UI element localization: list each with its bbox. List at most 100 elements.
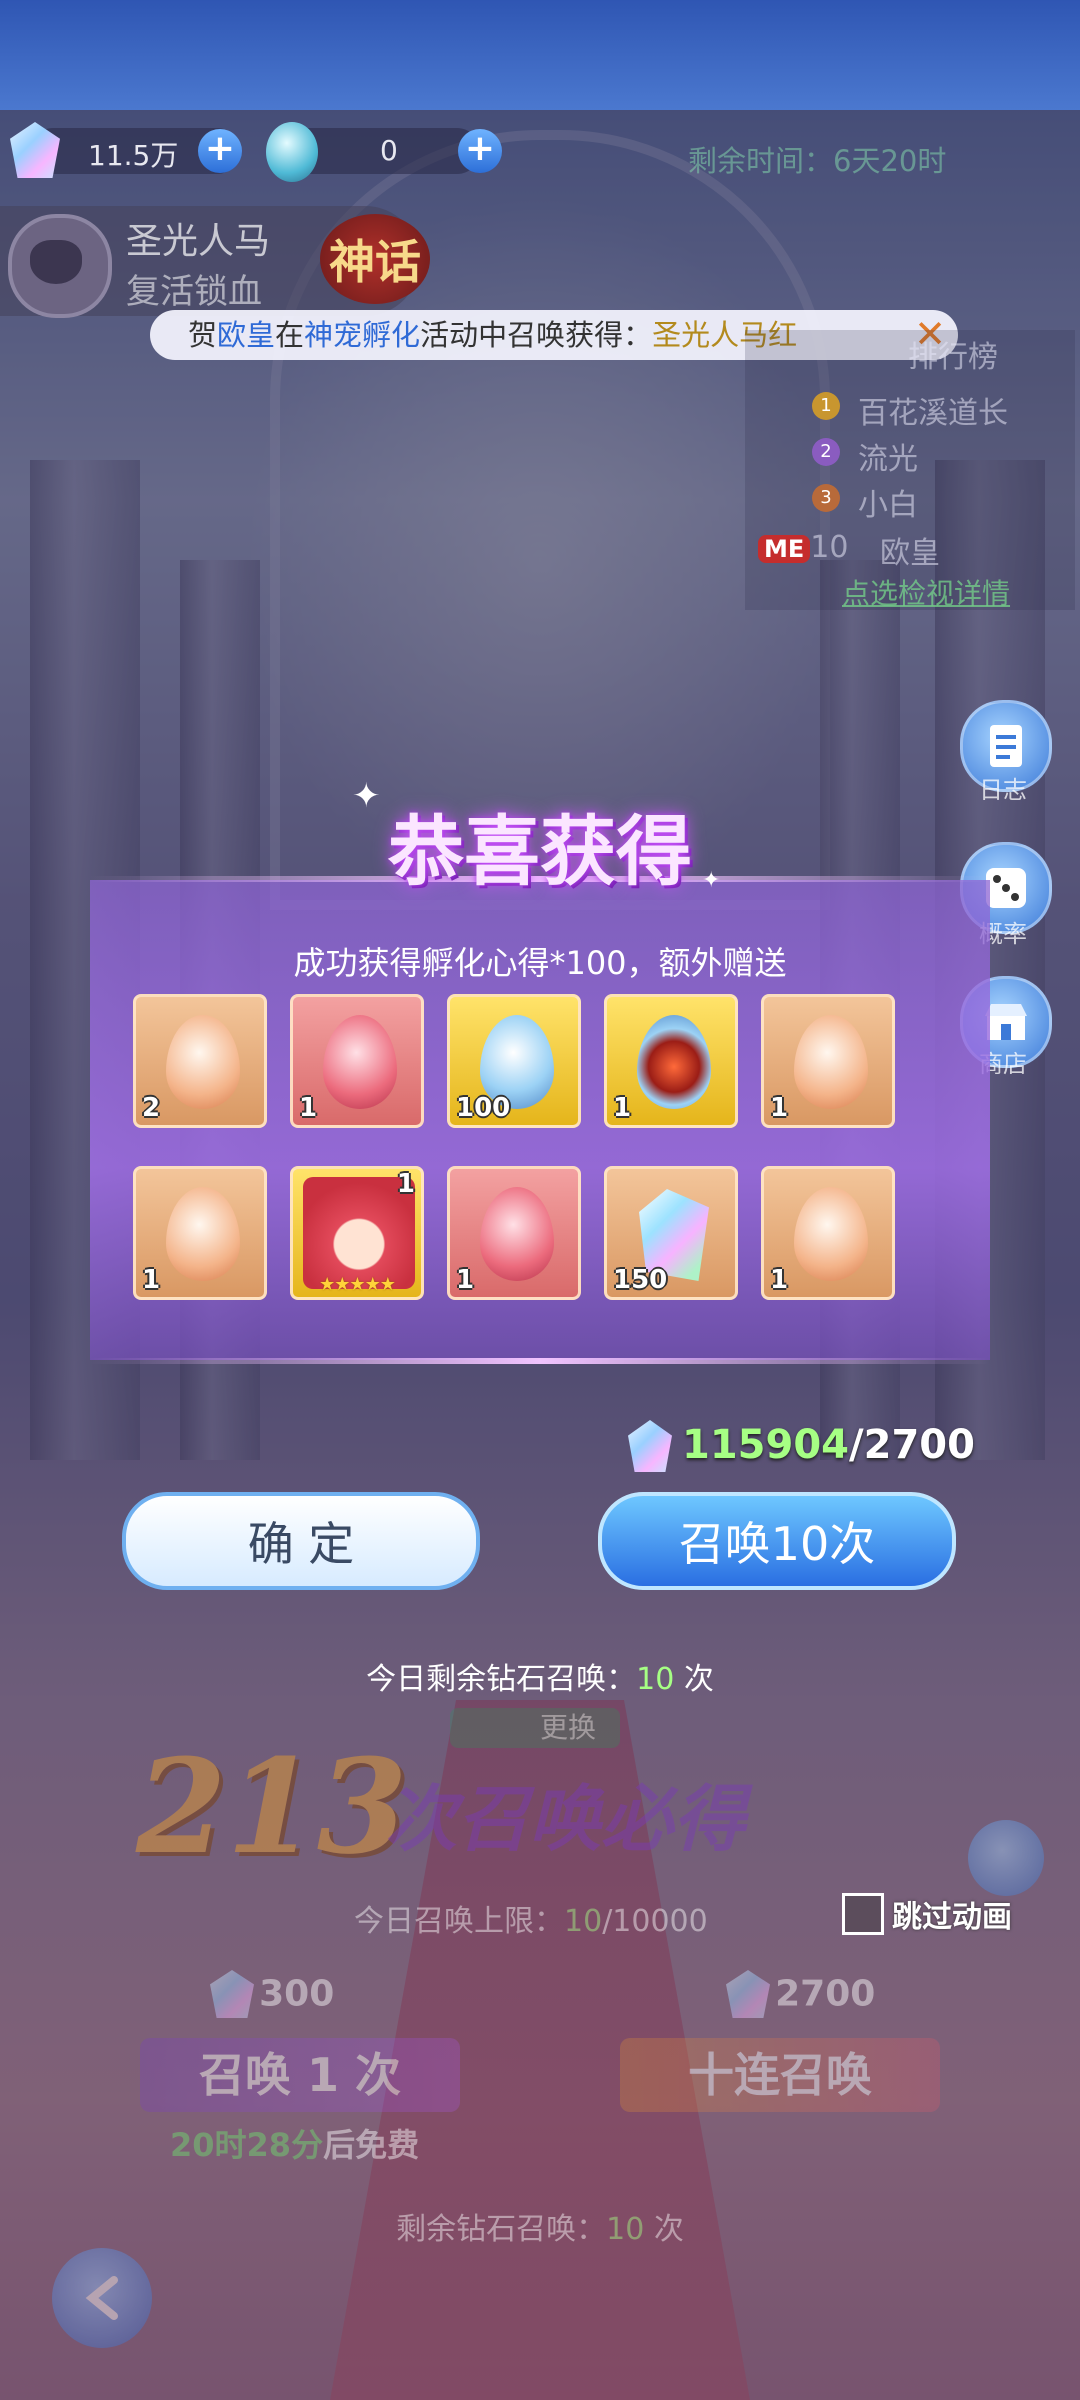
item-count: 1 bbox=[142, 1265, 161, 1295]
summon-one-button[interactable]: 召唤 1 次 bbox=[140, 2038, 460, 2112]
ranking-title: 排行榜 bbox=[908, 340, 998, 375]
my-rank: ME 10 bbox=[758, 530, 848, 565]
log-label: 日志 bbox=[979, 776, 1027, 804]
reward-item-orange-egg[interactable]: 2 bbox=[133, 994, 267, 1128]
skip-animation-checkbox[interactable] bbox=[842, 1893, 884, 1935]
summon-ten-button[interactable]: 十连召唤 bbox=[620, 2038, 940, 2112]
panel-bottom-glow bbox=[90, 1358, 990, 1364]
summon-ten-cost: 2700 bbox=[726, 1970, 875, 2018]
top-banner bbox=[0, 0, 1080, 110]
reward-item-red-egg[interactable]: 1 bbox=[290, 994, 424, 1128]
orange-egg-icon bbox=[794, 1015, 868, 1109]
summon-one-cost: 300 bbox=[210, 1970, 334, 2018]
summon-one-cost-value: 300 bbox=[259, 1973, 335, 2015]
rarity-seal: 神话 bbox=[320, 214, 430, 304]
pet-name: 圣光人马 bbox=[126, 221, 271, 262]
my-name: 欧皇 bbox=[880, 536, 940, 571]
free-summon-timer: 20时28分后免费 bbox=[170, 2120, 419, 2166]
cat-icon bbox=[30, 240, 82, 284]
diamond-icon bbox=[726, 1970, 770, 2018]
reward-item-angel-egg[interactable]: 100 bbox=[447, 994, 581, 1128]
diamond-balance-cost: /2700 bbox=[849, 1422, 975, 1468]
free-summon-suffix: 后免费 bbox=[323, 2126, 420, 2164]
reward-item-orange-egg[interactable]: 1 bbox=[761, 1166, 895, 1300]
rank-2-name: 流光 bbox=[858, 442, 918, 477]
marquee-mid2: 活动中召唤获得： bbox=[420, 318, 653, 352]
back-button[interactable] bbox=[52, 2248, 152, 2348]
item-count: 1 bbox=[770, 1093, 789, 1123]
reward-item-orange-egg[interactable]: 1 bbox=[761, 994, 895, 1128]
star-rating: ★★★★★ bbox=[319, 1274, 396, 1295]
red-egg-icon bbox=[323, 1015, 397, 1109]
orange-egg-icon bbox=[166, 1015, 240, 1109]
item-count: 1 bbox=[613, 1093, 632, 1123]
today-remaining-label: 今日剩余钻石召唤： bbox=[366, 1662, 637, 1697]
reward-item-character[interactable]: 1 ★★★★★ bbox=[290, 1166, 424, 1300]
reward-item-fire-egg[interactable]: 1 bbox=[604, 994, 738, 1128]
reward-item-red-egg[interactable]: 1 bbox=[447, 1166, 581, 1300]
egg-balance: 0 bbox=[380, 134, 398, 167]
reward-item-orange-egg[interactable]: 1 bbox=[133, 1166, 267, 1300]
diamond-balance: 115904/2700 bbox=[682, 1422, 975, 1468]
item-count: 150 bbox=[613, 1265, 668, 1295]
add-eggs-button[interactable]: + bbox=[458, 129, 502, 173]
diamond-icon bbox=[210, 1970, 254, 2018]
today-remaining-summons: 今日剩余钻石召唤：10 次 bbox=[0, 1654, 1080, 1698]
back-arrow-icon bbox=[85, 2276, 118, 2320]
add-gems-button[interactable]: + bbox=[198, 129, 242, 173]
congrats-title: 恭喜获得 bbox=[388, 807, 692, 896]
skip-animation-label: 跳过动画 bbox=[892, 1900, 1012, 1935]
fire-egg-icon bbox=[637, 1015, 711, 1109]
dice-icon bbox=[986, 868, 1026, 908]
summon-ten-cost-value: 2700 bbox=[775, 1973, 876, 2015]
item-count: 100 bbox=[456, 1093, 511, 1123]
orange-egg-icon bbox=[166, 1187, 240, 1281]
remaining-bottom-label: 剩余钻石召唤： bbox=[396, 2212, 607, 2247]
guarantee-text: 次召唤必得 bbox=[385, 1776, 746, 1861]
free-summon-time: 20时28分 bbox=[170, 2126, 324, 2164]
view-details-link[interactable]: 点选检视详情 bbox=[842, 572, 1010, 612]
rank-2-medal-icon: 2 bbox=[812, 438, 840, 466]
diamond-balance-current: 115904 bbox=[682, 1422, 849, 1468]
reward-subtitle: 成功获得孵化心得*100，额外赠送 bbox=[293, 944, 787, 982]
rank-1-medal-icon: 1 bbox=[812, 392, 840, 420]
summon-10-button[interactable]: 召唤10次 bbox=[598, 1492, 956, 1590]
log-icon bbox=[990, 725, 1022, 767]
limit-label: 今日召唤上限： bbox=[354, 1904, 564, 1939]
red-egg-icon bbox=[480, 1187, 554, 1281]
rank-3-name: 小白 bbox=[858, 488, 918, 523]
orange-egg-icon bbox=[794, 1187, 868, 1281]
my-rank-number: 10 bbox=[810, 530, 849, 565]
item-count: 1 bbox=[456, 1265, 475, 1295]
remaining-time-label: 剩余时间： bbox=[688, 144, 834, 178]
daily-summon-limit: 今日召唤上限：10/10000 bbox=[354, 1896, 708, 1940]
item-count: 1 bbox=[299, 1093, 318, 1123]
marquee-prefix: 贺 bbox=[188, 318, 218, 352]
remaining-time: 剩余时间：6天20时 bbox=[688, 138, 946, 180]
confirm-button[interactable]: 确 定 bbox=[122, 1492, 480, 1590]
me-badge: ME bbox=[758, 535, 811, 563]
today-remaining-unit: 次 bbox=[674, 1662, 714, 1697]
marquee-mid1: 在 bbox=[275, 318, 305, 352]
rank-1-name: 百花溪道长 bbox=[858, 396, 1008, 431]
remaining-bottom-value: 10 bbox=[606, 2212, 645, 2247]
rank-3-medal-icon: 3 bbox=[812, 484, 840, 512]
remaining-bottom-unit: 次 bbox=[644, 2212, 684, 2247]
remaining-diamond-summons: 剩余钻石召唤：10 次 bbox=[0, 2204, 1080, 2248]
gem-balance: 11.5万 bbox=[88, 139, 179, 172]
item-count: 1 bbox=[770, 1265, 789, 1295]
remaining-time-value: 6天20时 bbox=[833, 144, 947, 178]
search-button[interactable] bbox=[968, 1820, 1044, 1896]
limit-max: /10000 bbox=[602, 1904, 708, 1939]
limit-value: 10 bbox=[564, 1904, 603, 1939]
guarantee-count: 213 bbox=[136, 1730, 408, 1883]
item-count: 1 bbox=[396, 1169, 415, 1199]
marquee-player: 欧皇 bbox=[217, 318, 276, 352]
swap-button[interactable]: 更换 bbox=[450, 1708, 620, 1748]
today-remaining-value: 10 bbox=[636, 1662, 675, 1697]
reward-item-diamond[interactable]: 150 bbox=[604, 1166, 738, 1300]
pet-skill: 复活锁血 bbox=[126, 272, 262, 312]
item-count: 2 bbox=[142, 1093, 161, 1123]
egg-currency-icon bbox=[266, 122, 318, 182]
marquee-event: 神宠孵化 bbox=[304, 318, 421, 352]
